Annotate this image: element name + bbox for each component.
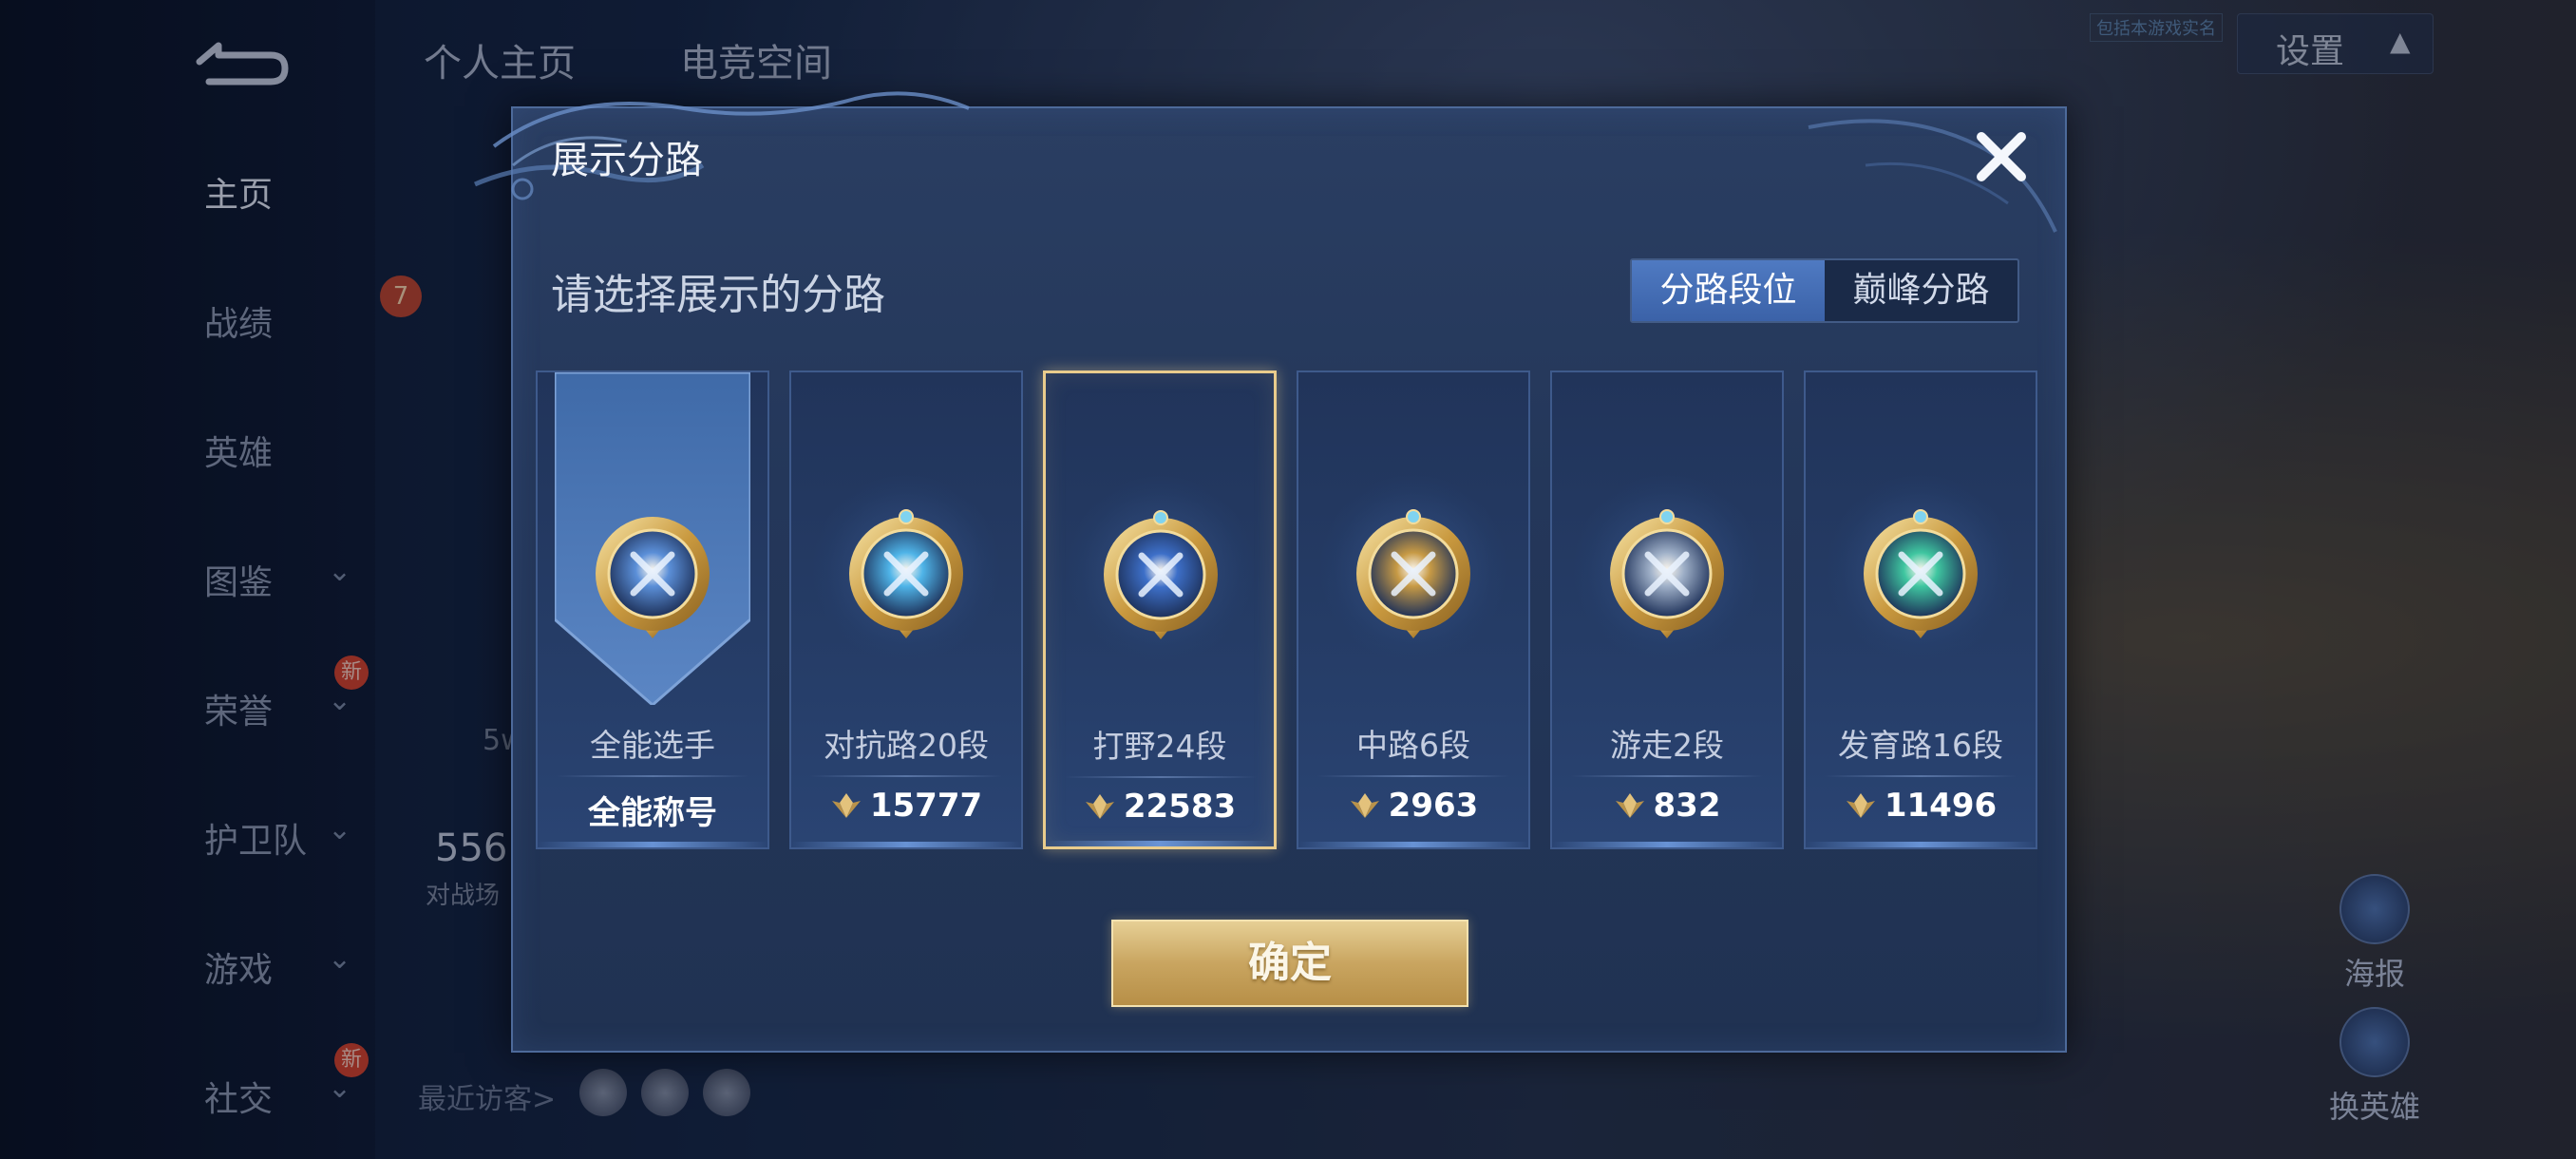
confirm-label: 确定 <box>1248 939 1332 987</box>
tab-peak-lane[interactable]: 巅峰分路 <box>1825 260 2017 321</box>
jungle-emblem-icon <box>1104 510 1218 639</box>
lane-score: 2963 <box>1298 787 1528 825</box>
tab-lane-rank[interactable]: 分路段位 <box>1632 260 1825 321</box>
dialog-title: 展示分路 <box>551 139 703 182</box>
lane-score-value: 全能称号 <box>588 794 717 832</box>
lane-score-value: 832 <box>1653 787 1721 825</box>
dialog-subtitle: 请选择展示的分路 <box>551 271 885 319</box>
lane-mode-toggle: 分路段位 巅峰分路 <box>1630 258 2019 323</box>
lane-rank-name: 全能选手 <box>590 727 715 764</box>
lane-card[interactable]: 游走2段 832 <box>1550 370 1784 849</box>
mid-lane-emblem-icon <box>1356 509 1470 638</box>
confirm-button[interactable]: 确定 <box>1111 920 1468 1007</box>
card-bottom-glow <box>791 842 1021 847</box>
card-divider <box>557 775 748 777</box>
lane-score: 全能称号 <box>538 787 767 833</box>
peak-points-icon <box>1350 793 1379 818</box>
card-divider <box>1571 775 1763 777</box>
roam-emblem-icon <box>1610 509 1724 638</box>
card-divider <box>1065 776 1257 778</box>
lane-display-dialog: 展示分路 请选择展示的分路 分路段位 巅峰分路 全能选手 全能称号 对抗路20段 15… <box>474 91 2067 1053</box>
lane-score-value: 15777 <box>869 787 983 825</box>
card-divider <box>1825 775 2017 777</box>
peak-points-icon <box>1846 793 1875 818</box>
lane-card[interactable]: 发育路16段 11496 <box>1804 370 2037 849</box>
lane-card[interactable]: 全能选手 全能称号 <box>536 370 769 849</box>
peak-points-icon <box>1615 793 1644 818</box>
lane-rank-name: 对抗路20段 <box>824 727 989 764</box>
lane-card[interactable]: 打野24段 22583 <box>1043 370 1277 849</box>
lane-rank-name: 游走2段 <box>1610 727 1724 764</box>
lane-score: 11496 <box>1806 787 2036 825</box>
all-round-emblem-icon <box>596 517 710 638</box>
card-divider <box>1317 775 1509 777</box>
lane-card[interactable]: 对抗路20段 15777 <box>789 370 1023 849</box>
lane-score-value: 22583 <box>1123 788 1237 826</box>
card-bottom-glow <box>1806 842 2036 847</box>
card-bottom-glow <box>538 842 767 847</box>
farm-lane-emblem-icon <box>1864 509 1978 638</box>
peak-points-icon <box>831 793 861 818</box>
card-bottom-glow <box>1552 842 1782 847</box>
lane-rank-name: 发育路16段 <box>1838 727 2003 764</box>
lane-rank-name: 打野24段 <box>1092 728 1227 765</box>
card-bottom-glow <box>1298 842 1528 847</box>
card-bottom-glow <box>1046 841 1274 846</box>
lane-score-value: 2963 <box>1388 787 1479 825</box>
lane-score: 22583 <box>1046 788 1274 826</box>
close-x-icon <box>1977 132 2026 181</box>
lane-score-value: 11496 <box>1884 787 1998 825</box>
lane-rank-name: 中路6段 <box>1356 727 1470 764</box>
game-screen: 主页 战绩 英雄 图鉴 ⌄ 荣誉 ⌄ 新护卫队 ⌄ 游戏 ⌄ 社交 ⌄ 新 个人主页 电竞空间 包括本游戏… <box>0 0 2576 1159</box>
clash-lane-emblem-icon <box>849 509 963 638</box>
close-button[interactable] <box>1968 124 2035 190</box>
lane-score: 15777 <box>791 787 1021 825</box>
lane-card[interactable]: 中路6段 2963 <box>1297 370 1530 849</box>
peak-points-icon <box>1085 794 1114 819</box>
lane-score: 832 <box>1552 787 1782 825</box>
card-divider <box>810 775 1002 777</box>
